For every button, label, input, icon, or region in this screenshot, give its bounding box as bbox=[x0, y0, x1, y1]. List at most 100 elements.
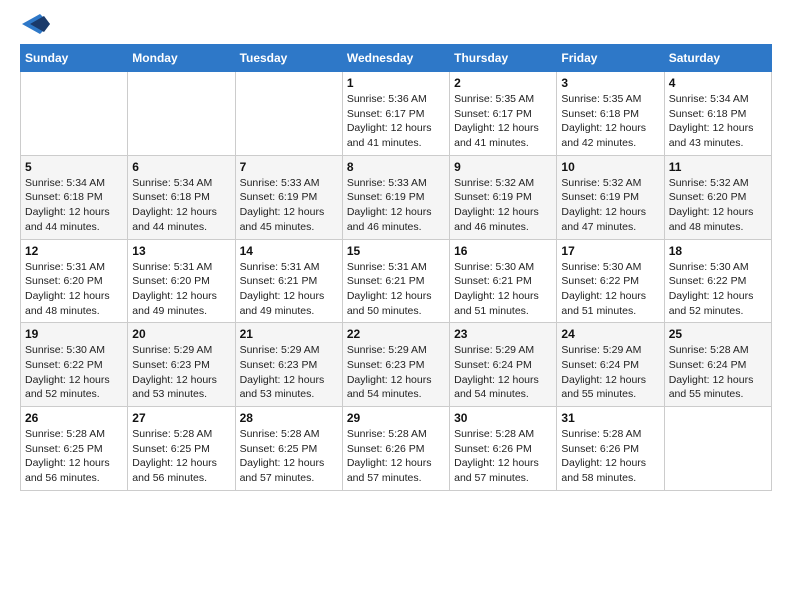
week-row-0: 1 Sunrise: 5:36 AM Sunset: 6:17 PM Daylig… bbox=[21, 72, 772, 156]
day-number: 20 bbox=[132, 327, 230, 341]
header-cell-thursday: Thursday bbox=[450, 45, 557, 72]
day-cell: 6 Sunrise: 5:34 AM Sunset: 6:18 PM Daylig… bbox=[128, 155, 235, 239]
day-number: 27 bbox=[132, 411, 230, 425]
day-cell: 9Sunrise: 5:32 AM Sunset: 6:19 PM Daylig… bbox=[450, 155, 557, 239]
day-number: 10 bbox=[561, 160, 659, 174]
header-cell-friday: Friday bbox=[557, 45, 664, 72]
header-cell-saturday: Saturday bbox=[664, 45, 771, 72]
day-number: 1 bbox=[347, 76, 445, 90]
day-info: Sunrise: 5:31 AM Sunset: 6:20 PM Dayligh… bbox=[132, 260, 230, 319]
day-number: 24 bbox=[561, 327, 659, 341]
logo bbox=[20, 16, 50, 36]
day-info: Sunrise: 5:32 AM Sunset: 6:19 PM Dayligh… bbox=[454, 176, 552, 235]
week-row-1: 5 Sunrise: 5:34 AM Sunset: 6:18 PM Daylig… bbox=[21, 155, 772, 239]
day-info: Sunrise: 5:30 AM Sunset: 6:22 PM Dayligh… bbox=[669, 260, 767, 319]
day-cell: 24 Sunrise: 5:29 AM Sunset: 6:24 PM Dayli… bbox=[557, 323, 664, 407]
day-number: 19 bbox=[25, 327, 123, 341]
day-number: 17 bbox=[561, 244, 659, 258]
day-cell: 23Sunrise: 5:29 AM Sunset: 6:24 PM Dayli… bbox=[450, 323, 557, 407]
day-info: Sunrise: 5:34 AM Sunset: 6:18 PM Dayligh… bbox=[669, 92, 767, 151]
day-number: 15 bbox=[347, 244, 445, 258]
day-cell bbox=[128, 72, 235, 156]
week-row-4: 26 Sunrise: 5:28 AM Sunset: 6:25 PM Dayli… bbox=[21, 407, 772, 491]
day-number: 6 bbox=[132, 160, 230, 174]
day-info: Sunrise: 5:28 AM Sunset: 6:26 PM Dayligh… bbox=[561, 427, 659, 486]
day-info: Sunrise: 5:29 AM Sunset: 6:23 PM Dayligh… bbox=[347, 343, 445, 402]
week-row-3: 19 Sunrise: 5:30 AM Sunset: 6:22 PM Dayli… bbox=[21, 323, 772, 407]
day-number: 31 bbox=[561, 411, 659, 425]
calendar: SundayMondayTuesdayWednesdayThursdayFrid… bbox=[20, 44, 772, 491]
day-info: Sunrise: 5:31 AM Sunset: 6:21 PM Dayligh… bbox=[240, 260, 338, 319]
day-number: 25 bbox=[669, 327, 767, 341]
day-cell: 4 Sunrise: 5:34 AM Sunset: 6:18 PM Daylig… bbox=[664, 72, 771, 156]
day-info: Sunrise: 5:33 AM Sunset: 6:19 PM Dayligh… bbox=[347, 176, 445, 235]
day-cell: 11Sunrise: 5:32 AM Sunset: 6:20 PM Dayli… bbox=[664, 155, 771, 239]
header-cell-wednesday: Wednesday bbox=[342, 45, 449, 72]
day-number: 23 bbox=[454, 327, 552, 341]
day-info: Sunrise: 5:31 AM Sunset: 6:20 PM Dayligh… bbox=[25, 260, 123, 319]
day-number: 4 bbox=[669, 76, 767, 90]
day-cell: 26Sunrise: 5:28 AM Sunset: 6:25 PM Dayli… bbox=[21, 407, 128, 491]
day-cell bbox=[21, 72, 128, 156]
day-cell: 17 Sunrise: 5:30 AM Sunset: 6:22 PM Dayli… bbox=[557, 239, 664, 323]
day-number: 18 bbox=[669, 244, 767, 258]
day-cell: 10 Sunrise: 5:32 AM Sunset: 6:19 PM Dayli… bbox=[557, 155, 664, 239]
day-info: Sunrise: 5:30 AM Sunset: 6:22 PM Dayligh… bbox=[561, 260, 659, 319]
day-number: 5 bbox=[25, 160, 123, 174]
day-number: 28 bbox=[240, 411, 338, 425]
day-cell: 12Sunrise: 5:31 AM Sunset: 6:20 PM Dayli… bbox=[21, 239, 128, 323]
day-info: Sunrise: 5:28 AM Sunset: 6:25 PM Dayligh… bbox=[132, 427, 230, 486]
day-info: Sunrise: 5:35 AM Sunset: 6:18 PM Dayligh… bbox=[561, 92, 659, 151]
day-cell: 21Sunrise: 5:29 AM Sunset: 6:23 PM Dayli… bbox=[235, 323, 342, 407]
day-number: 13 bbox=[132, 244, 230, 258]
day-cell: 19 Sunrise: 5:30 AM Sunset: 6:22 PM Dayli… bbox=[21, 323, 128, 407]
day-info: Sunrise: 5:28 AM Sunset: 6:26 PM Dayligh… bbox=[347, 427, 445, 486]
day-cell: 22 Sunrise: 5:29 AM Sunset: 6:23 PM Dayli… bbox=[342, 323, 449, 407]
day-cell: 15 Sunrise: 5:31 AM Sunset: 6:21 PM Dayli… bbox=[342, 239, 449, 323]
day-info: Sunrise: 5:34 AM Sunset: 6:18 PM Dayligh… bbox=[132, 176, 230, 235]
day-number: 7 bbox=[240, 160, 338, 174]
day-cell: 30 Sunrise: 5:28 AM Sunset: 6:26 PM Dayli… bbox=[450, 407, 557, 491]
day-info: Sunrise: 5:29 AM Sunset: 6:24 PM Dayligh… bbox=[561, 343, 659, 402]
day-cell: 5Sunrise: 5:34 AM Sunset: 6:18 PM Daylig… bbox=[21, 155, 128, 239]
day-cell: 3 Sunrise: 5:35 AM Sunset: 6:18 PM Daylig… bbox=[557, 72, 664, 156]
day-cell: 7 Sunrise: 5:33 AM Sunset: 6:19 PM Daylig… bbox=[235, 155, 342, 239]
day-cell: 2 Sunrise: 5:35 AM Sunset: 6:17 PM Daylig… bbox=[450, 72, 557, 156]
day-number: 30 bbox=[454, 411, 552, 425]
day-info: Sunrise: 5:28 AM Sunset: 6:25 PM Dayligh… bbox=[240, 427, 338, 486]
day-info: Sunrise: 5:32 AM Sunset: 6:19 PM Dayligh… bbox=[561, 176, 659, 235]
day-cell: 16Sunrise: 5:30 AM Sunset: 6:21 PM Dayli… bbox=[450, 239, 557, 323]
day-cell: 1 Sunrise: 5:36 AM Sunset: 6:17 PM Daylig… bbox=[342, 72, 449, 156]
day-number: 22 bbox=[347, 327, 445, 341]
calendar-header: SundayMondayTuesdayWednesdayThursdayFrid… bbox=[21, 45, 772, 72]
day-cell: 14 Sunrise: 5:31 AM Sunset: 6:21 PM Dayli… bbox=[235, 239, 342, 323]
day-cell: 31 Sunrise: 5:28 AM Sunset: 6:26 PM Dayli… bbox=[557, 407, 664, 491]
day-info: Sunrise: 5:28 AM Sunset: 6:24 PM Dayligh… bbox=[669, 343, 767, 402]
day-number: 3 bbox=[561, 76, 659, 90]
day-cell: 28 Sunrise: 5:28 AM Sunset: 6:25 PM Dayli… bbox=[235, 407, 342, 491]
day-number: 11 bbox=[669, 160, 767, 174]
day-info: Sunrise: 5:29 AM Sunset: 6:23 PM Dayligh… bbox=[240, 343, 338, 402]
day-info: Sunrise: 5:35 AM Sunset: 6:17 PM Dayligh… bbox=[454, 92, 552, 151]
day-cell: 25 Sunrise: 5:28 AM Sunset: 6:24 PM Dayli… bbox=[664, 323, 771, 407]
day-info: Sunrise: 5:30 AM Sunset: 6:22 PM Dayligh… bbox=[25, 343, 123, 402]
week-row-2: 12Sunrise: 5:31 AM Sunset: 6:20 PM Dayli… bbox=[21, 239, 772, 323]
day-number: 2 bbox=[454, 76, 552, 90]
header bbox=[20, 16, 772, 36]
day-cell: 27 Sunrise: 5:28 AM Sunset: 6:25 PM Dayli… bbox=[128, 407, 235, 491]
day-cell: 20Sunrise: 5:29 AM Sunset: 6:23 PM Dayli… bbox=[128, 323, 235, 407]
header-cell-tuesday: Tuesday bbox=[235, 45, 342, 72]
day-number: 14 bbox=[240, 244, 338, 258]
day-cell bbox=[235, 72, 342, 156]
day-info: Sunrise: 5:33 AM Sunset: 6:19 PM Dayligh… bbox=[240, 176, 338, 235]
calendar-body: 1 Sunrise: 5:36 AM Sunset: 6:17 PM Daylig… bbox=[21, 72, 772, 491]
day-cell: 13 Sunrise: 5:31 AM Sunset: 6:20 PM Dayli… bbox=[128, 239, 235, 323]
header-cell-monday: Monday bbox=[128, 45, 235, 72]
day-cell bbox=[664, 407, 771, 491]
day-info: Sunrise: 5:36 AM Sunset: 6:17 PM Dayligh… bbox=[347, 92, 445, 151]
day-number: 26 bbox=[25, 411, 123, 425]
day-info: Sunrise: 5:30 AM Sunset: 6:21 PM Dayligh… bbox=[454, 260, 552, 319]
day-info: Sunrise: 5:28 AM Sunset: 6:26 PM Dayligh… bbox=[454, 427, 552, 486]
header-row: SundayMondayTuesdayWednesdayThursdayFrid… bbox=[21, 45, 772, 72]
day-info: Sunrise: 5:31 AM Sunset: 6:21 PM Dayligh… bbox=[347, 260, 445, 319]
